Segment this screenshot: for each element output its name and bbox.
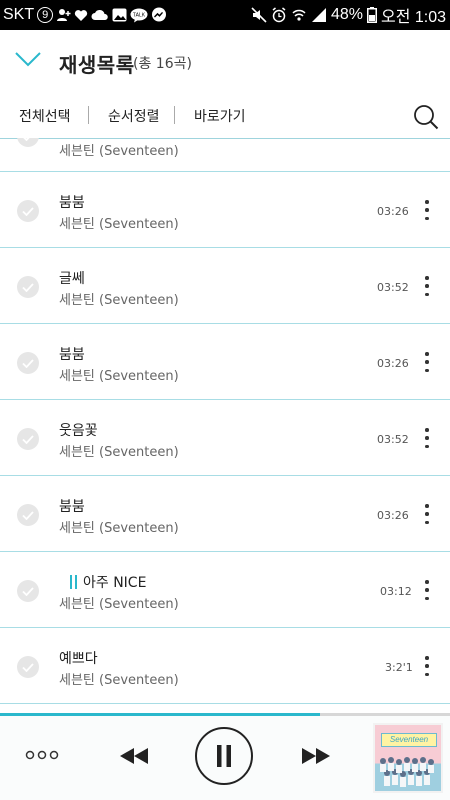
more-options-icon[interactable] <box>420 580 434 600</box>
clock: 오전 1:03 <box>380 9 446 26</box>
song-title: 붐붐 <box>59 499 85 515</box>
song-list: 세븐틴 (Seventeen) 붐붐 세븐틴 (Seventeen) 03:26… <box>0 138 450 713</box>
select-check-icon[interactable] <box>17 352 39 374</box>
song-title: 웃음꽃 <box>59 423 98 439</box>
messenger-icon <box>151 7 167 23</box>
list-item[interactable]: 예쁘다 세븐틴 (Seventeen) 3:2'1 <box>0 628 450 704</box>
song-artist: 세븐틴 (Seventeen) <box>59 673 179 688</box>
select-check-icon[interactable] <box>17 656 39 678</box>
song-artist: 세븐틴 (Seventeen) <box>59 445 179 460</box>
list-item[interactable]: 붐붐 세븐틴 (Seventeen) 03:26 <box>0 324 450 400</box>
shortcut-button[interactable]: 바로가기 <box>194 106 246 126</box>
song-duration: 03:26 <box>377 205 409 218</box>
list-item[interactable]: 세븐틴 (Seventeen) <box>0 138 450 172</box>
signal-icon <box>311 7 327 23</box>
pause-button[interactable] <box>195 727 253 785</box>
more-menu-icon[interactable] <box>24 747 60 763</box>
more-options-icon[interactable] <box>420 200 434 220</box>
more-options-icon[interactable] <box>420 352 434 372</box>
search-icon[interactable] <box>412 103 440 131</box>
carrier-badge: 9 <box>37 7 54 23</box>
song-artist: 세븐틴 (Seventeen) <box>59 521 179 536</box>
gallery-icon <box>112 8 127 22</box>
toolbar-divider <box>88 106 89 124</box>
mute-icon <box>251 7 267 23</box>
song-duration: 03:26 <box>377 357 409 370</box>
select-all-button[interactable]: 전체선택 <box>19 106 71 126</box>
sort-order-button[interactable]: 순서정렬 <box>108 106 160 126</box>
collapse-chevron-icon[interactable] <box>14 50 42 68</box>
svg-text:TALK: TALK <box>133 12 146 18</box>
song-duration: 03:26 <box>377 509 409 522</box>
song-title: 글쎄 <box>59 271 85 287</box>
song-artist: 세븐틴 (Seventeen) <box>59 369 179 384</box>
rewind-icon[interactable] <box>117 746 151 766</box>
song-artist: 세븐틴 (Seventeen) <box>59 144 179 159</box>
song-duration: 03:52 <box>377 433 409 446</box>
wifi-icon <box>291 7 307 23</box>
select-check-icon[interactable] <box>17 138 39 147</box>
album-art[interactable]: Seventeen <box>373 723 443 793</box>
playlist-header: 재생목록 (총 16곡) <box>0 30 450 90</box>
pause-icon <box>217 745 231 767</box>
alarm-icon <box>271 7 287 23</box>
list-item-now-playing[interactable]: 아주 NICE 세븐틴 (Seventeen) 03:12 <box>0 552 450 628</box>
select-check-icon[interactable] <box>17 428 39 450</box>
song-duration: 03:52 <box>377 281 409 294</box>
mini-player: Seventeen <box>0 713 450 800</box>
song-duration: 3:2'1 <box>385 661 413 674</box>
select-check-icon[interactable] <box>17 580 39 602</box>
album-art-figures <box>380 757 434 787</box>
list-item[interactable]: 웃음꽃 세븐틴 (Seventeen) 03:52 <box>0 400 450 476</box>
carrier-label: SKT <box>3 6 35 23</box>
list-item[interactable]: 붐붐 세븐틴 (Seventeen) 03:26 <box>0 172 450 248</box>
kakaotalk-icon: TALK <box>130 8 148 23</box>
song-title: 아주 NICE <box>83 575 147 591</box>
select-check-icon[interactable] <box>17 200 39 222</box>
song-artist: 세븐틴 (Seventeen) <box>59 597 179 612</box>
now-playing-icon <box>70 575 77 589</box>
song-title: 붐붐 <box>59 195 85 211</box>
more-options-icon[interactable] <box>420 276 434 296</box>
person-add-icon <box>56 8 71 22</box>
select-check-icon[interactable] <box>17 276 39 298</box>
more-options-icon[interactable] <box>420 504 434 524</box>
playlist-toolbar: 전체선택 순서정렬 바로가기 <box>0 96 450 139</box>
toolbar-divider <box>174 106 175 124</box>
select-check-icon[interactable] <box>17 504 39 526</box>
list-item[interactable]: 글쎄 세븐틴 (Seventeen) 03:52 <box>0 248 450 324</box>
battery-icon <box>366 7 377 23</box>
heart-icon <box>74 9 88 22</box>
cloud-icon <box>91 9 109 21</box>
song-title: 예쁘다 <box>59 651 98 667</box>
song-title-playing: 아주 NICE <box>70 572 146 592</box>
song-duration: 03:12 <box>380 585 412 598</box>
more-options-icon[interactable] <box>420 428 434 448</box>
list-item[interactable]: 붐붐 세븐틴 (Seventeen) 03:26 <box>0 476 450 552</box>
fast-forward-icon[interactable] <box>299 746 333 766</box>
battery-percent: 48% <box>330 6 363 23</box>
song-artist: 세븐틴 (Seventeen) <box>59 293 179 308</box>
album-art-title: Seventeen <box>381 733 437 747</box>
song-title: 붐붐 <box>59 347 85 363</box>
track-count: (총 16곡) <box>133 56 192 72</box>
status-bar: SKT 9 TALK 48% 오전 1:03 <box>0 0 450 30</box>
song-artist: 세븐틴 (Seventeen) <box>59 217 179 232</box>
progress-fill <box>0 713 320 716</box>
more-options-icon[interactable] <box>420 656 434 676</box>
progress-track[interactable] <box>0 713 450 716</box>
page-title: 재생목록 <box>59 53 135 77</box>
